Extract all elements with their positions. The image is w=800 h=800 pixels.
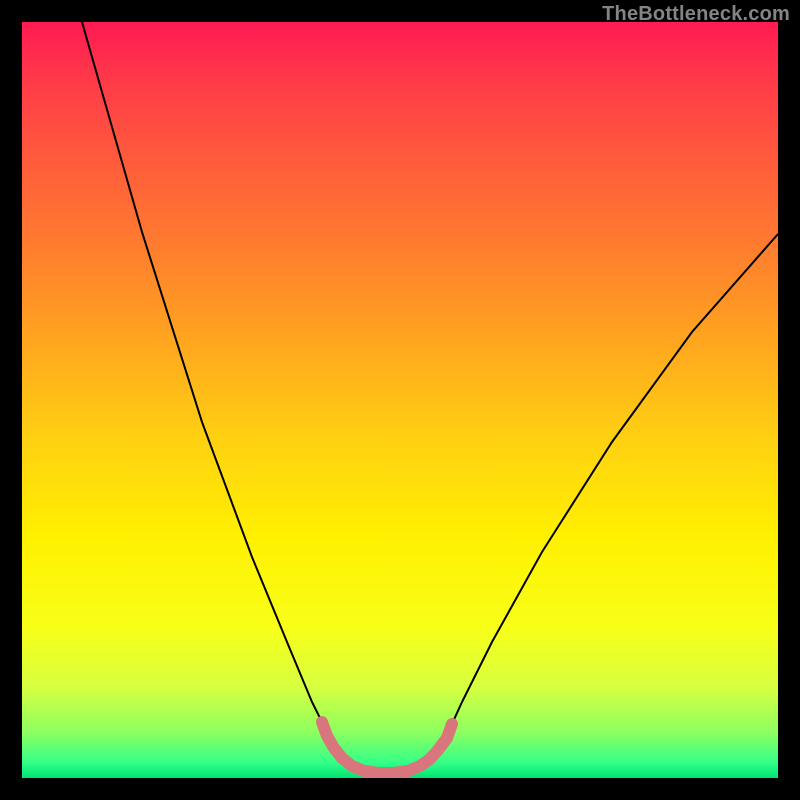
bottleneck-curve-path [82, 22, 778, 773]
plot-area [22, 22, 778, 778]
highlight-segment-path [322, 722, 452, 773]
chart-frame: TheBottleneck.com [0, 0, 800, 800]
curve-layer [22, 22, 778, 778]
watermark-text: TheBottleneck.com [602, 3, 790, 26]
